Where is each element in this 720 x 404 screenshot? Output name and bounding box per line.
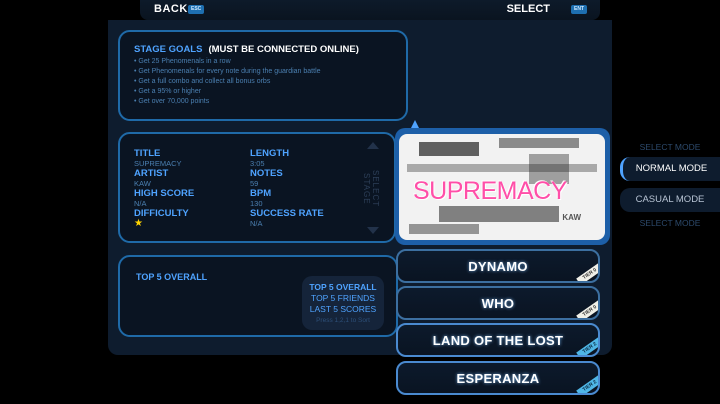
album-art: SUPREMACY KAW — [399, 134, 605, 240]
success-rate-label: SUCCESS RATE — [250, 208, 324, 219]
stage-goals-panel: STAGE GOALS(MUST BE CONNECTED ONLINE) Ge… — [118, 30, 408, 121]
info-left-column: TITLE SUPREMACY ARTIST KAW HIGH SCORE N/… — [134, 149, 194, 229]
length-label: LENGTH — [250, 148, 290, 159]
artist-label: ARTIST — [134, 168, 169, 179]
scroll-up-icon[interactable] — [367, 142, 379, 149]
leaderboard-sort-options: TOP 5 OVERALL TOP 5 FRIENDS LAST 5 SCORE… — [302, 276, 384, 330]
song-name: DYNAMO — [468, 259, 528, 274]
select-button[interactable]: SELECT — [507, 3, 550, 15]
album-logo: SUPREMACY — [413, 177, 567, 205]
top-bar: BACK ESC SELECT ENT — [140, 0, 600, 20]
stage-goals-list: Get 25 Phenomenals in a row Get Phenomen… — [134, 57, 321, 107]
song-name: WHO — [481, 296, 515, 311]
goal-item: Get a full combo and collect all bonus o… — [134, 77, 321, 87]
goal-item: Get over 70,000 points — [134, 97, 321, 107]
goal-item: Get Phenomenals for every note during th… — [134, 67, 320, 77]
sort-option-top5-friends[interactable]: TOP 5 FRIENDS — [302, 293, 384, 304]
song-name: LAND OF THE LOST — [432, 333, 564, 348]
leaderboard-title: TOP 5 OVERALL — [136, 272, 208, 282]
back-key-badge: ESC — [188, 5, 205, 14]
song-list-item[interactable]: ESPERANZA TIER 2 — [396, 361, 600, 395]
song-list-item[interactable]: WHO TIER 0 — [396, 286, 600, 320]
title-label: TITLE — [134, 148, 161, 159]
song-info-panel: TITLE SUPREMACY ARTIST KAW HIGH SCORE N/… — [118, 132, 396, 243]
stage-goals-heading: STAGE GOALS (MUST BE CONNECTED ONLINE) — [134, 44, 359, 55]
casual-mode-option[interactable]: CASUAL MODE — [620, 188, 720, 212]
sort-hint: Press 1,2,1 to Sort — [316, 317, 370, 324]
scroll-down-icon[interactable] — [367, 227, 379, 234]
leaderboard-panel: TOP 5 OVERALL TOP 5 OVERALL TOP 5 FRIEND… — [118, 255, 398, 337]
notes-label: NOTES — [250, 168, 283, 179]
bpm-label: BPM — [250, 188, 272, 199]
select-stage-label: SELECT STAGE — [362, 170, 380, 208]
select-mode-down[interactable]: SELECT MODE — [620, 218, 720, 228]
select-stage-scroller[interactable]: SELECT STAGE — [362, 142, 380, 234]
sort-option-last5-scores[interactable]: LAST 5 SCORES — [302, 304, 384, 315]
goal-item: Get 25 Phenomenals in a row — [134, 57, 321, 67]
difficulty-label: DIFFICULTY — [134, 208, 189, 219]
info-right-column: LENGTH 3:05 NOTES 59 BPM 130 SUCCESS RAT… — [250, 149, 324, 229]
back-button[interactable]: BACK — [154, 3, 188, 15]
sort-option-top5-overall[interactable]: TOP 5 OVERALL — [302, 282, 384, 293]
song-list-item[interactable]: LAND OF THE LOST TIER 2 — [396, 323, 600, 357]
online-note: (MUST BE CONNECTED ONLINE) — [208, 44, 359, 55]
album-art-frame[interactable]: SUPREMACY KAW — [395, 128, 610, 245]
select-key-badge: ENT — [571, 5, 587, 14]
high-score-label: HIGH SCORE — [134, 188, 195, 199]
success-rate-value: N/A — [250, 219, 263, 228]
difficulty-star-icon: ★ — [134, 218, 143, 229]
normal-mode-option[interactable]: NORMAL MODE — [620, 157, 720, 181]
selection-pointer-icon — [411, 120, 419, 128]
song-list-item[interactable]: DYNAMO TIER 0 — [396, 249, 600, 283]
song-name: ESPERANZA — [456, 371, 540, 386]
select-mode-up[interactable]: SELECT MODE — [620, 142, 720, 152]
album-artist-tag: KAW — [562, 213, 581, 222]
goal-item: Get a 95% or higher — [134, 87, 321, 97]
